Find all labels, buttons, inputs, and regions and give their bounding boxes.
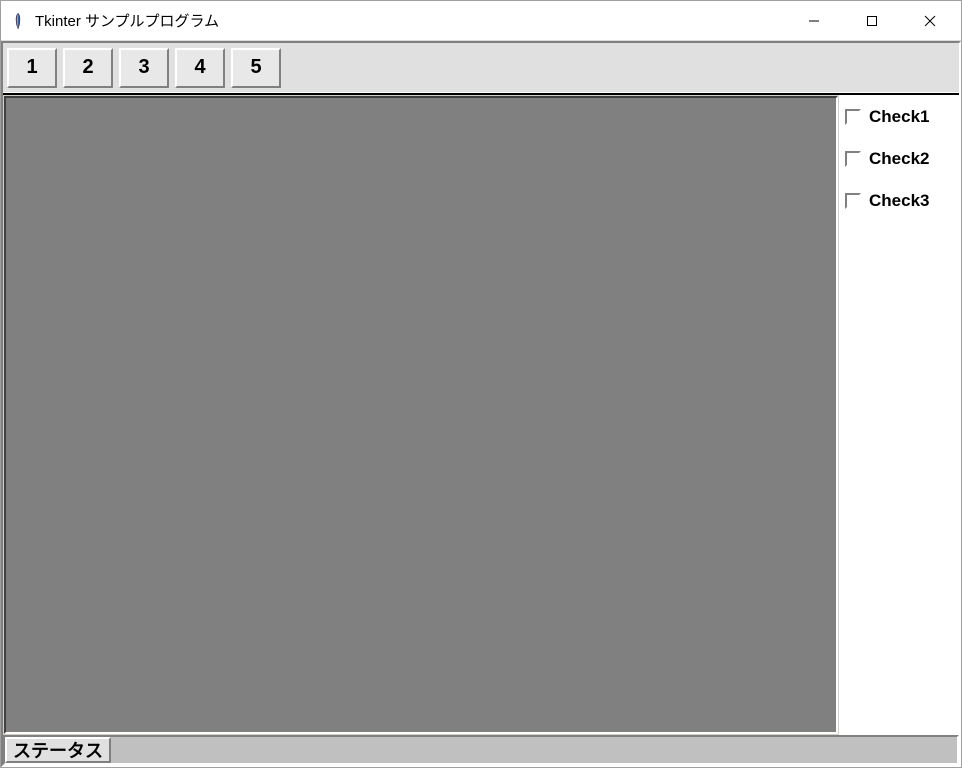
check-label: Check3 [869, 191, 929, 211]
window-title: Tkinter サンプルプログラム [35, 10, 785, 31]
check-label: Check1 [869, 107, 929, 127]
toolbar-button-5[interactable]: 5 [231, 48, 281, 88]
toolbar-button-4[interactable]: 4 [175, 48, 225, 88]
check-item-1[interactable]: Check1 [843, 105, 955, 129]
side-panel: Check1 Check2 Check3 [839, 95, 959, 735]
status-text: ステータス [5, 737, 111, 763]
app-window: Tkinter サンプルプログラム 1 2 3 4 5 [0, 0, 962, 768]
minimize-button[interactable] [785, 2, 843, 40]
main-area: Check1 Check2 Check3 [3, 93, 959, 735]
toolbar-button-1[interactable]: 1 [7, 48, 57, 88]
maximize-button[interactable] [843, 2, 901, 40]
status-bar: ステータス [3, 735, 959, 765]
app-icon [9, 11, 27, 31]
content-wrapper: 1 2 3 4 5 Check1 Check2 Check3 [1, 41, 961, 767]
check-item-3[interactable]: Check3 [843, 189, 955, 213]
title-bar: Tkinter サンプルプログラム [1, 1, 961, 41]
checkbox-icon [845, 109, 861, 125]
check-item-2[interactable]: Check2 [843, 147, 955, 171]
window-controls [785, 2, 959, 40]
checkbox-icon [845, 193, 861, 209]
toolbar: 1 2 3 4 5 [3, 43, 959, 93]
toolbar-button-2[interactable]: 2 [63, 48, 113, 88]
checkbox-icon [845, 151, 861, 167]
close-button[interactable] [901, 2, 959, 40]
toolbar-button-3[interactable]: 3 [119, 48, 169, 88]
canvas[interactable] [4, 96, 838, 734]
check-label: Check2 [869, 149, 929, 169]
